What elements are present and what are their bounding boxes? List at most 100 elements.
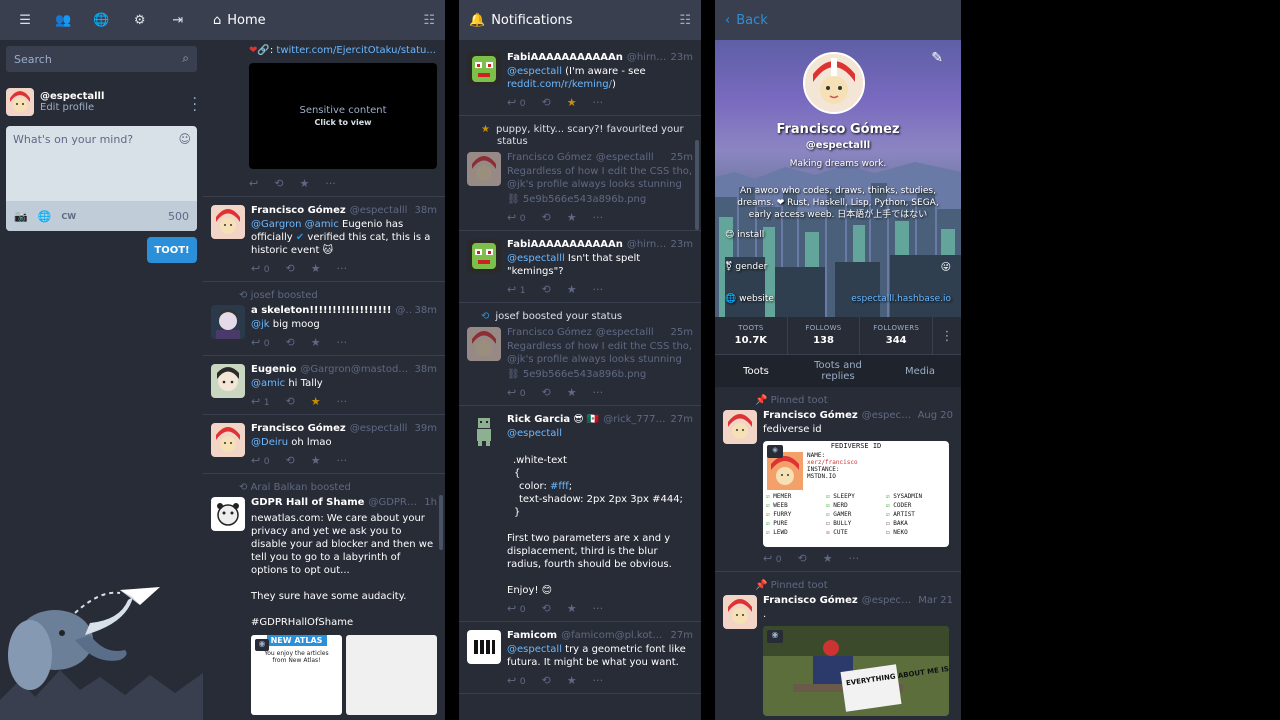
edit-profile-link[interactable]: Edit profile (40, 102, 104, 113)
boost-icon[interactable]: ⟲ (286, 395, 295, 408)
boost-icon[interactable]: ⟲ (286, 262, 295, 275)
favourite-icon[interactable]: ★ (299, 177, 309, 190)
notification[interactable]: ⟲ josef boosted your status Francisco Góm… (459, 303, 701, 406)
timestamp[interactable]: 1h (420, 497, 437, 508)
column-settings-icon[interactable]: ☷ (679, 13, 691, 28)
more-vertical-icon[interactable]: ⋮ (933, 317, 961, 354)
pinned-status[interactable]: 📌 Pinned toot Francisco Gómez @espectalll… (715, 387, 961, 572)
fediverse-id-card[interactable]: FEDIVERSE ID NAME: xerz/francisco INSTAN… (763, 441, 949, 547)
column-header[interactable]: ‹ Back (715, 0, 961, 40)
profile-avatar[interactable] (803, 52, 865, 114)
avatar[interactable] (211, 305, 245, 339)
column-header[interactable]: ⌂ Home ☷ (203, 0, 445, 40)
back-button[interactable]: Back (736, 13, 768, 28)
mention[interactable]: @espectall (507, 428, 562, 439)
display-name[interactable]: FabiAAAAAAAAAAAn (507, 52, 623, 63)
globe-icon[interactable]: 🌐 (38, 210, 52, 223)
status[interactable]: Eugenio @Gargron@mastodon.social38m @amic… (203, 356, 445, 415)
avatar[interactable] (211, 205, 245, 239)
mention[interactable]: @jk (251, 319, 270, 330)
menu-icon[interactable]: ☰ (11, 13, 39, 28)
more-icon[interactable]: ··· (337, 262, 348, 275)
avatar[interactable] (467, 630, 501, 664)
display-name[interactable]: Francisco Gómez (507, 327, 592, 338)
timestamp[interactable]: 25m (667, 152, 693, 163)
avatar[interactable] (467, 152, 501, 186)
hashtag[interactable]: #GDPRHallOfShame (251, 616, 437, 629)
camera-icon[interactable]: 📷 (14, 210, 28, 223)
reply-icon[interactable]: ↩ 0 (507, 602, 526, 615)
reply-icon[interactable]: ↩ 0 (507, 386, 526, 399)
timestamp[interactable]: 23m (667, 52, 693, 63)
favourite-icon[interactable]: ★ (567, 674, 577, 687)
notification[interactable]: Rick Garcia😎 🇲🇽@rick_777@cybr...27m @esp… (459, 406, 701, 622)
more-icon[interactable]: ··· (849, 552, 860, 565)
avatar[interactable] (211, 364, 245, 398)
toots-count[interactable]: TOOTS 10.7K (715, 317, 788, 354)
display-name[interactable]: Eugenio (251, 364, 296, 375)
account-name[interactable]: @espectalll (596, 327, 654, 338)
boost-icon[interactable]: ⟲ (274, 177, 283, 190)
notification[interactable]: ★ puppy, kitty... scary?! favourited your… (459, 116, 701, 231)
toot-button[interactable]: TOOT! (147, 237, 197, 263)
more-icon[interactable]: ··· (337, 336, 348, 349)
display-name[interactable]: Famicom (507, 630, 557, 641)
display-name[interactable]: a skeleton!!!!!!!!!!!!!!!!!! (251, 305, 391, 316)
account-name[interactable]: @famicom@pl.kotobank.ch (561, 630, 666, 641)
search-input[interactable] (6, 46, 197, 72)
display-name[interactable]: Francisco Gómez (763, 595, 858, 606)
favourite-icon[interactable]: ★ (567, 602, 577, 615)
account-name[interactable]: @espectalll (350, 423, 408, 434)
logout-icon[interactable]: ⇥ (164, 13, 192, 28)
favourite-icon[interactable]: ★ (311, 395, 321, 408)
mention[interactable]: @Gargron @amic (251, 219, 339, 230)
more-icon[interactable]: ··· (593, 283, 604, 296)
more-icon[interactable]: ··· (593, 674, 604, 687)
avatar[interactable] (467, 239, 501, 273)
emoji-picker-icon[interactable]: ☺ (178, 132, 191, 146)
sensitive-media[interactable]: Sensitive content Click to view (249, 63, 437, 169)
favourite-icon[interactable]: ★ (311, 262, 321, 275)
attachment-link[interactable]: 5e9b566e543a896b.png (523, 194, 646, 205)
reply-all-icon[interactable]: ↩ 1 (251, 395, 270, 408)
reply-icon[interactable]: ↩ 0 (251, 262, 270, 275)
reply-icon[interactable]: ↩ 0 (507, 211, 526, 224)
more-icon[interactable]: ··· (337, 454, 348, 467)
timestamp[interactable]: 38m (411, 205, 437, 216)
tab-toots-and-replies[interactable]: Toots and replies (797, 360, 879, 382)
avatar[interactable] (6, 88, 34, 116)
tab-media[interactable]: Media (879, 366, 961, 377)
media-thumbnail[interactable]: EVERYTHING ABOUT ME IS WRONG ◉ (763, 626, 949, 716)
mention[interactable]: @amic (251, 378, 285, 389)
display-name[interactable]: FabiAAAAAAAAAAAn (507, 239, 623, 250)
boost-icon[interactable]: ⟲ (542, 283, 551, 296)
timestamp[interactable]: 39m (411, 423, 437, 434)
chevron-left-icon[interactable]: ‹ (725, 13, 730, 28)
account-name[interactable]: @revenant... (395, 305, 410, 316)
timestamp[interactable]: 38m (411, 305, 437, 316)
display-name[interactable]: GDPR Hall of Shame (251, 497, 364, 508)
media-thumbnail[interactable] (346, 635, 437, 715)
followers-count[interactable]: FOLLOWERS 344 (860, 317, 934, 354)
account-name[interactable]: @rick_777@cybr... (603, 414, 666, 425)
reply-icon[interactable]: ↩ 0 (251, 454, 270, 467)
timestamp[interactable]: 25m (667, 327, 693, 338)
favourite-icon[interactable]: ★ (567, 96, 577, 109)
avatar[interactable] (467, 414, 501, 448)
display-name[interactable]: Francisco Gómez (251, 205, 346, 216)
boost-icon[interactable]: ⟲ (542, 674, 551, 687)
people-icon[interactable]: 👥 (49, 13, 77, 28)
reply-icon[interactable]: ↩ (249, 177, 258, 190)
column-settings-icon[interactable]: ☷ (423, 13, 435, 28)
account-name[interactable]: @espectalll (596, 152, 654, 163)
account-name[interactable]: @espectalll (350, 205, 408, 216)
avatar[interactable] (211, 497, 245, 531)
account-name[interactable]: @hirnbrot (627, 239, 667, 250)
mention[interactable]: @Deiru (251, 437, 288, 448)
mention[interactable]: @espectall (507, 66, 562, 77)
reply-icon[interactable]: ↩ 1 (507, 283, 526, 296)
column-header[interactable]: 🔔 Notifications ☷ (459, 0, 701, 40)
mention[interactable]: @espectall (507, 644, 562, 655)
gear-icon[interactable]: ⚙ (126, 13, 154, 28)
media-thumbnail[interactable]: NEW ATLAS You enjoy the articles from Ne… (251, 635, 342, 715)
